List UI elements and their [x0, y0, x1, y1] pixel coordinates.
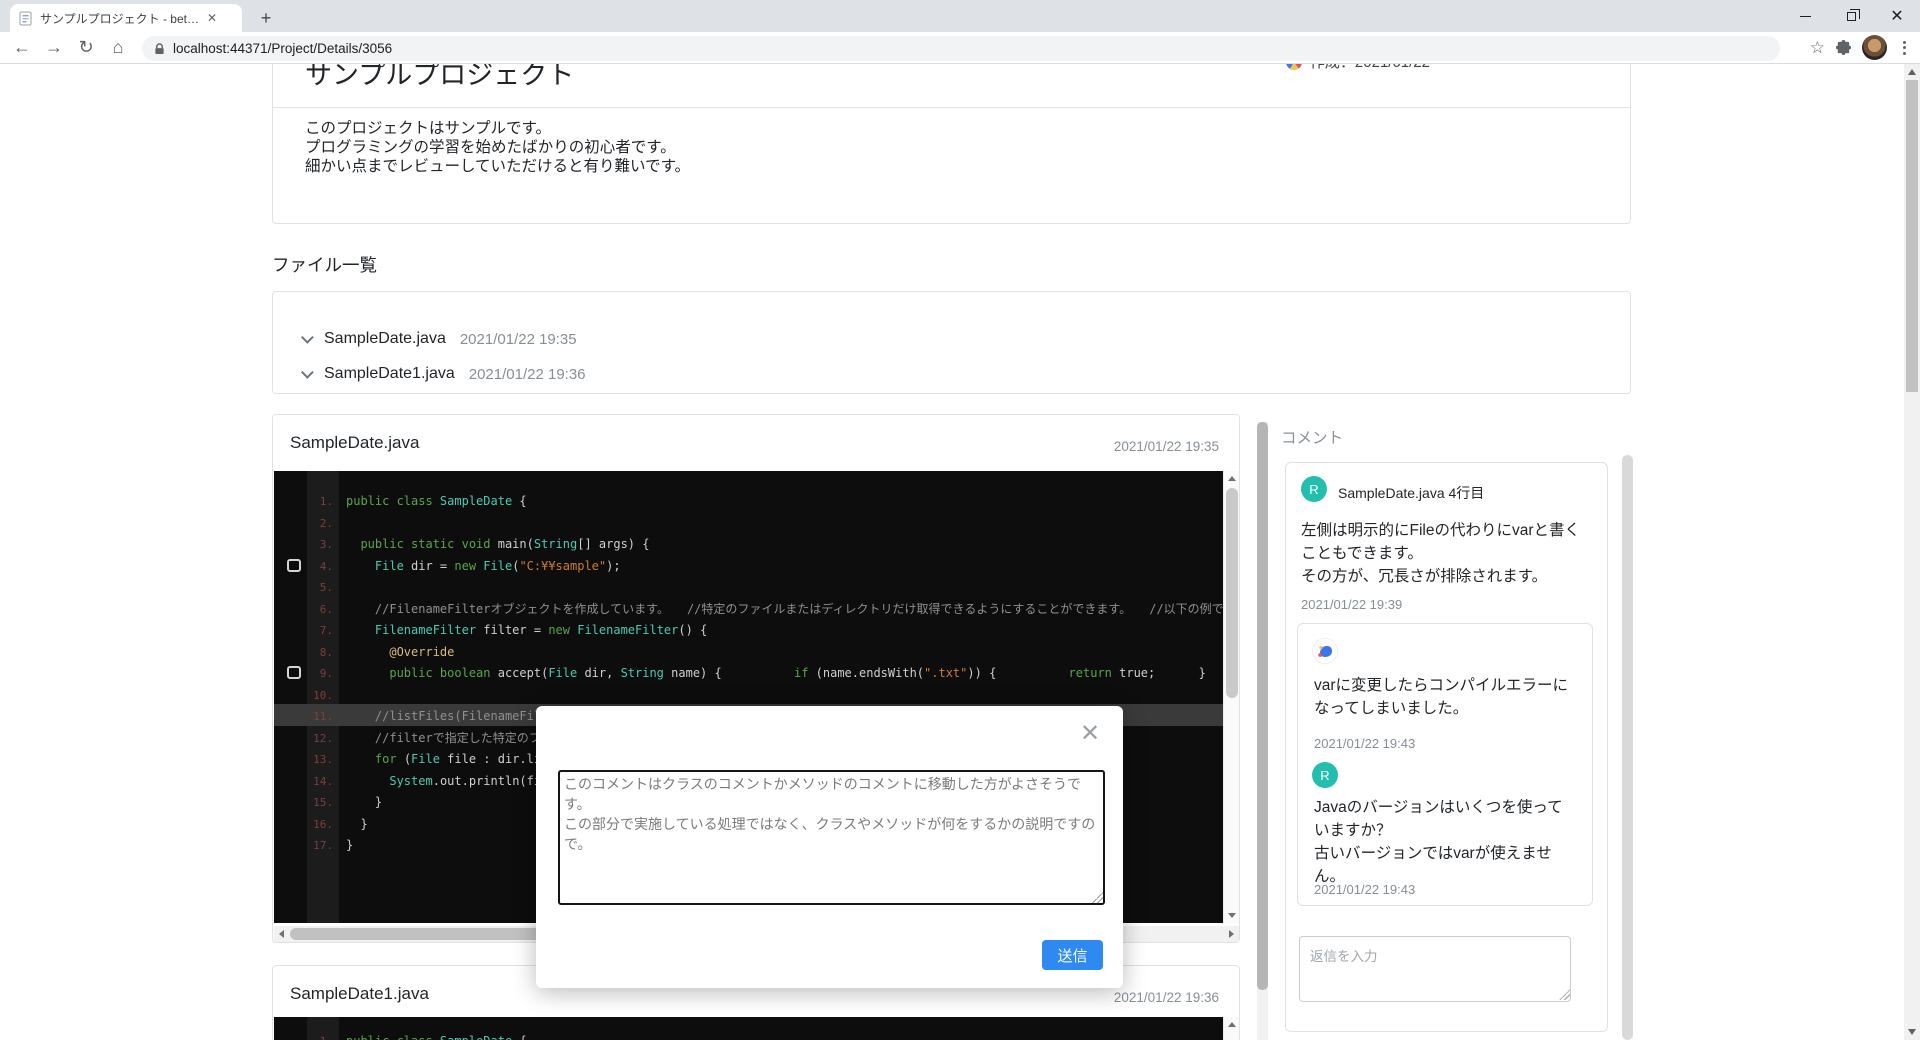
scroll-up-icon[interactable] — [1228, 476, 1236, 481]
code-timestamp: 2021/01/22 19:36 — [1114, 990, 1219, 1005]
browser-window: サンプルプロジェクト - better-code ✕ + ✕ ← → ↻ ⌂ l… — [0, 0, 1920, 1040]
code-lines: public class SampleDate { — [346, 1031, 527, 1040]
bookmark-star-icon[interactable]: ☆ — [1810, 38, 1825, 58]
comment-timestamp: 2021/01/22 19:43 — [1314, 736, 1415, 751]
resize-handle-icon[interactable] — [1559, 989, 1570, 1000]
reply-input[interactable] — [1299, 936, 1571, 1002]
browser-menu-button[interactable] — [1897, 41, 1912, 55]
line-numbers: 1. — [307, 1031, 339, 1040]
code-vertical-scrollbar[interactable] — [1223, 471, 1239, 923]
comment-modal: ✕ このコメントはクラスのコメントかメソッドのコメントに移動した方がよさそうです… — [536, 706, 1123, 988]
minimize-icon — [1800, 16, 1811, 17]
file-row[interactable]: SampleDate.java 2021/01/22 19:35 — [305, 327, 577, 351]
forward-button[interactable]: → — [38, 34, 70, 62]
favicon-icon — [18, 11, 33, 26]
scroll-right-icon[interactable] — [1229, 930, 1234, 938]
project-created-date: 作成：2021/01/22 — [1310, 64, 1430, 72]
page-title: サンプルプロジェクト — [305, 64, 574, 92]
scrollbar-thumb[interactable] — [1906, 80, 1918, 392]
file-row[interactable]: SampleDate1.java 2021/01/22 19:36 — [305, 362, 586, 386]
code-filename: SampleDate.java — [290, 433, 419, 453]
profile-avatar[interactable] — [1862, 35, 1887, 60]
minimize-button[interactable] — [1782, 0, 1828, 32]
scroll-up-icon[interactable] — [1908, 69, 1916, 75]
project-owner-avatar — [1286, 64, 1302, 70]
lock-icon — [154, 42, 165, 56]
project-card: サンプルプロジェクト 作成：2021/01/22 このプロジェクトはサンプルです… — [272, 64, 1631, 224]
comment-timestamp: 2021/01/22 19:43 — [1314, 882, 1415, 897]
chevron-down-icon[interactable] — [301, 331, 314, 344]
reload-button[interactable]: ↻ — [70, 34, 102, 62]
comments-scrollbar[interactable] — [1622, 455, 1633, 1040]
code-timestamp: 2021/01/22 19:35 — [1114, 439, 1219, 454]
restore-button[interactable] — [1828, 0, 1874, 32]
comment-title: SampleDate.java 4行目 — [1338, 483, 1484, 503]
avatar — [1312, 638, 1338, 664]
scroll-up-icon[interactable] — [1228, 1022, 1236, 1027]
address-bar[interactable]: localhost:44371/Project/Details/3056 — [142, 36, 1780, 61]
modal-close-icon[interactable]: ✕ — [1080, 722, 1100, 746]
section-scrollbar[interactable] — [1257, 422, 1268, 1040]
scrollbar-thumb[interactable] — [1226, 488, 1238, 698]
scrollbar-thumb[interactable] — [1257, 422, 1268, 990]
tab-close-icon[interactable]: ✕ — [207, 12, 217, 24]
browser-tab[interactable]: サンプルプロジェクト - better-code ✕ — [10, 4, 242, 32]
file-timestamp: 2021/01/22 19:35 — [460, 331, 577, 348]
comment-card: R SampleDate.java 4行目 左側は明示的にFileの代わりにva… — [1285, 462, 1608, 1032]
resize-handle-icon[interactable] — [1092, 892, 1103, 903]
back-button[interactable]: ← — [6, 34, 38, 62]
files-heading: ファイル一覧 — [272, 252, 377, 277]
file-name[interactable]: SampleDate.java — [324, 330, 446, 348]
avatar: R — [1301, 476, 1327, 502]
scroll-left-icon[interactable] — [279, 930, 284, 938]
code-vertical-scrollbar[interactable] — [1223, 1017, 1239, 1040]
scroll-down-icon[interactable] — [1908, 1029, 1916, 1035]
tab-title: サンプルプロジェクト - better-code — [40, 10, 200, 27]
close-window-button[interactable]: ✕ — [1874, 0, 1920, 32]
comment-marker-icon[interactable] — [287, 559, 301, 572]
tab-bar: サンプルプロジェクト - better-code ✕ + ✕ — [0, 0, 1920, 32]
page-scrollbar[interactable] — [1904, 64, 1920, 1040]
chevron-down-icon[interactable] — [301, 366, 314, 379]
code-editor[interactable]: 1. public class SampleDate { — [274, 1017, 1223, 1040]
extensions-icon[interactable] — [1835, 39, 1852, 56]
comment-body: Javaのバージョンはいくつを使っていますか？ 古いバージョンではvarが使えま… — [1314, 796, 1570, 888]
page-content: サンプルプロジェクト 作成：2021/01/22 このプロジェクトはサンプルです… — [0, 64, 1904, 1040]
new-tab-button[interactable]: + — [254, 6, 278, 30]
comment-body: varに変更したらコンパイルエラーになってしまいました。 — [1314, 674, 1572, 720]
file-name[interactable]: SampleDate1.java — [324, 365, 455, 383]
home-button[interactable]: ⌂ — [102, 34, 134, 62]
comment-timestamp: 2021/01/22 19:39 — [1301, 597, 1402, 612]
comment-marker-icon[interactable] — [287, 666, 301, 679]
code-filename: SampleDate1.java — [290, 984, 429, 1004]
file-list-card: SampleDate.java 2021/01/22 19:35 SampleD… — [272, 291, 1631, 394]
restore-icon — [1847, 12, 1856, 21]
avatar: R — [1312, 762, 1338, 788]
project-description: このプロジェクトはサンプルです。 プログラミングの学習を始めたばかりの初心者です… — [305, 119, 690, 176]
file-timestamp: 2021/01/22 19:36 — [469, 366, 586, 383]
replies-card: varに変更したらコンパイルエラーになってしまいました。 2021/01/22 … — [1297, 623, 1593, 906]
comment-body: 左側は明示的にFileの代わりにvarと書くこともできます。 その方が、冗長さが… — [1301, 519, 1595, 588]
browser-toolbar: ← → ↻ ⌂ localhost:44371/Project/Details/… — [0, 32, 1920, 64]
url-text[interactable]: localhost:44371/Project/Details/3056 — [173, 41, 392, 56]
comment-textarea[interactable]: このコメントはクラスのコメントかメソッドのコメントに移動した方がよさそうです。 … — [558, 770, 1105, 905]
comments-heading: コメント — [1281, 426, 1343, 448]
send-button[interactable]: 送信 — [1042, 940, 1103, 970]
line-numbers: 1.2.3.4.5.6.7.8.9.10.11.12.13.14.15.16.1… — [307, 491, 339, 857]
scroll-down-icon[interactable] — [1228, 913, 1236, 918]
project-card-header: サンプルプロジェクト 作成：2021/01/22 — [273, 64, 1630, 108]
